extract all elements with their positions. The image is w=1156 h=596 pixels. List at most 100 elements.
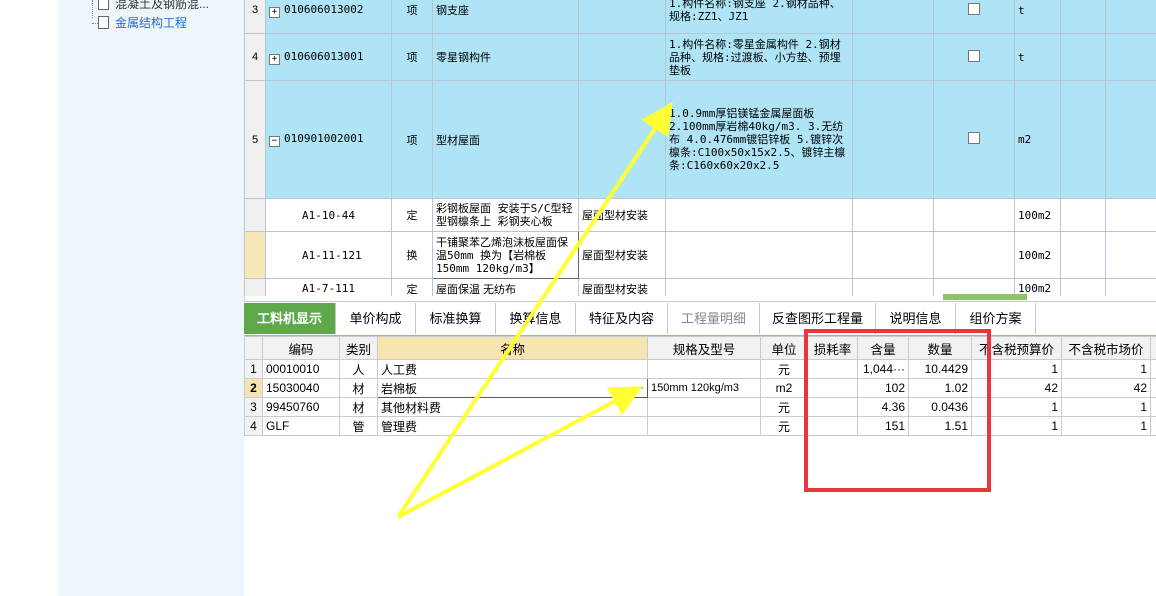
table-row[interactable]: 3 99450760 材 其他材料费 元 4.36 0.0436 1 1 <box>244 397 1156 417</box>
expand-icon[interactable]: + <box>269 6 280 18</box>
quota-type: 定 <box>391 198 433 232</box>
resource-content[interactable]: 1,044··· <box>857 359 909 379</box>
column-header-name[interactable]: 名称 <box>377 336 648 360</box>
column-header-loss-rate[interactable]: 损耗率 <box>807 336 858 360</box>
collapse-icon[interactable]: − <box>269 136 280 147</box>
table-row[interactable]: A1-10-44 定 彩钢板屋面 安装于S/C型轻型钢檩条上 彩钢夹心板 屋面型… <box>244 198 1156 232</box>
resource-name[interactable]: 管理费 <box>377 416 648 436</box>
resource-name[interactable]: 岩棉板 <box>381 382 417 396</box>
column-header-budget-price[interactable]: 不含税预算价 <box>971 336 1062 360</box>
tab-features-content[interactable]: 特征及内容 <box>576 303 668 334</box>
header-corner <box>244 336 263 360</box>
table-row[interactable]: 1 00010010 人 人工费 元 1,044··· 10.4429 1 1 <box>244 359 1156 379</box>
resource-name-cell[interactable]: 岩棉板 ··· <box>377 378 648 398</box>
resource-loss-rate[interactable] <box>807 359 858 379</box>
item-name: 钢支座 <box>432 0 579 34</box>
resource-spec[interactable]: 150mm 120kg/m3 <box>647 378 761 398</box>
resource-quantity[interactable]: 10.4429 <box>908 359 972 379</box>
resource-loss-rate[interactable] <box>807 378 858 398</box>
tree-item-concrete[interactable]: 混凝土及钢筋混... <box>98 0 209 14</box>
empty-cell <box>1150 397 1156 417</box>
resource-market-price[interactable]: 1 <box>1061 397 1151 417</box>
left-margin <box>0 0 58 596</box>
resource-category[interactable]: 人 <box>339 359 378 379</box>
column-header-truncated[interactable]: 含 <box>1150 336 1156 360</box>
resource-code[interactable]: GLF <box>262 416 340 436</box>
resource-budget-price[interactable]: 1 <box>971 416 1062 436</box>
resource-unit[interactable]: 元 <box>760 359 808 379</box>
checkbox-cell[interactable] <box>933 33 1015 81</box>
column-header-unit[interactable]: 单位 <box>760 336 808 360</box>
table-row[interactable]: 3 +010606013002 项 钢支座 1.构件名称:钢支座 2.钢材品种、… <box>244 0 1156 34</box>
row-number: 4 <box>244 33 266 81</box>
table-row[interactable]: 5 −010901002001 项 型材屋面 1.0.9mm厚铝镁锰金属屋面板 … <box>244 80 1156 199</box>
resource-quantity[interactable]: 0.0436 <box>908 397 972 417</box>
resource-unit[interactable]: 元 <box>760 397 808 417</box>
resource-budget-price[interactable]: 42 <box>971 378 1062 398</box>
resource-code[interactable]: 99450760 <box>262 397 340 417</box>
column-header-code[interactable]: 编码 <box>262 336 340 360</box>
more-options-button[interactable]: ··· <box>632 380 644 394</box>
resource-market-price[interactable]: 1 <box>1061 359 1151 379</box>
table-row[interactable]: A1-11-121 换 干铺聚苯乙烯泡沫板屋面保温50mm 换为【岩棉板 150… <box>244 231 1156 279</box>
column-header-quantity[interactable]: 数量 <box>908 336 972 360</box>
resource-code[interactable]: 15030040 <box>262 378 340 398</box>
resource-spec[interactable] <box>647 397 761 417</box>
resource-name[interactable]: 人工费 <box>377 359 648 379</box>
resource-spec[interactable] <box>647 416 761 436</box>
checkbox[interactable] <box>968 132 980 144</box>
tab-pricing-scheme[interactable]: 组价方案 <box>956 303 1036 334</box>
resource-content[interactable]: 102 <box>857 378 909 398</box>
resource-unit[interactable]: 元 <box>760 416 808 436</box>
column-header-spec[interactable]: 规格及型号 <box>647 336 761 360</box>
item-type: 项 <box>391 80 433 199</box>
column-header-market-price[interactable]: 不含税市场价 <box>1061 336 1151 360</box>
resource-name[interactable]: 其他材料费 <box>377 397 648 417</box>
splitter-handle[interactable] <box>943 294 1027 300</box>
table-row[interactable]: 4 GLF 管 管理费 元 151 1.51 1 1 <box>244 416 1156 436</box>
tab-conversion-info[interactable]: 换算信息 <box>496 303 576 334</box>
tab-labor-material-machine[interactable]: 工料机显示 <box>244 303 336 334</box>
resource-category[interactable]: 管 <box>339 416 378 436</box>
quota-item: 屋面型材安装 <box>578 278 666 296</box>
resource-code[interactable]: 00010010 <box>262 359 340 379</box>
resource-loss-rate[interactable] <box>807 397 858 417</box>
column-header-category[interactable]: 类别 <box>339 336 378 360</box>
empty-cell <box>1105 0 1156 34</box>
tree-item-metal-structure[interactable]: 金属结构工程 <box>98 13 187 33</box>
resource-quantity[interactable]: 1.02 <box>908 378 972 398</box>
resource-budget-price[interactable]: 1 <box>971 397 1062 417</box>
table-row[interactable]: 4 +010606013001 项 零星钢构件 1.构件名称:零星金属构件 2.… <box>244 33 1156 81</box>
checkbox[interactable] <box>968 2 980 15</box>
resource-table: 编码 类别 名称 规格及型号 单位 损耗率 含量 数量 不含税预算价 不含税市场… <box>244 336 1156 596</box>
resource-market-price[interactable]: 1 <box>1061 416 1151 436</box>
resource-unit[interactable]: m2 <box>760 378 808 398</box>
resource-spec[interactable] <box>647 359 761 379</box>
empty-cell <box>1060 33 1106 81</box>
resource-content[interactable]: 4.36 <box>857 397 909 417</box>
resource-budget-price[interactable]: 1 <box>971 359 1062 379</box>
resource-loss-rate[interactable] <box>807 416 858 436</box>
resource-content[interactable]: 151 <box>857 416 909 436</box>
tab-reverse-check-quantity[interactable]: 反查图形工程量 <box>760 303 876 334</box>
resource-category[interactable]: 材 <box>339 397 378 417</box>
checkbox-cell[interactable] <box>933 80 1015 199</box>
checkbox-cell[interactable] <box>933 0 1015 34</box>
empty-cell <box>578 80 666 199</box>
expand-icon[interactable]: + <box>269 53 280 65</box>
tab-unit-price-composition[interactable]: 单价构成 <box>336 303 416 334</box>
checkbox[interactable] <box>968 49 980 62</box>
resource-quantity[interactable]: 1.51 <box>908 416 972 436</box>
row-number: 1 <box>244 359 263 379</box>
tab-description-info[interactable]: 说明信息 <box>876 303 956 334</box>
quota-name: 屋面保温 无纺布 <box>432 278 579 296</box>
resource-category[interactable]: 材 <box>339 378 378 398</box>
empty-cell <box>1105 231 1156 279</box>
item-feature: 1.0.9mm厚铝镁锰金属屋面板 2.100mm厚岩棉40kg/m3. 3.无纺… <box>665 80 853 199</box>
quota-unit: 100m2 <box>1014 231 1061 279</box>
table-row[interactable]: 2 15030040 材 岩棉板 ··· 150mm 120kg/m3 m2 10… <box>244 378 1156 398</box>
empty-cell <box>1150 359 1156 379</box>
column-header-content[interactable]: 含量 <box>857 336 909 360</box>
tab-standard-conversion[interactable]: 标准换算 <box>416 303 496 334</box>
resource-market-price[interactable]: 42 <box>1061 378 1151 398</box>
